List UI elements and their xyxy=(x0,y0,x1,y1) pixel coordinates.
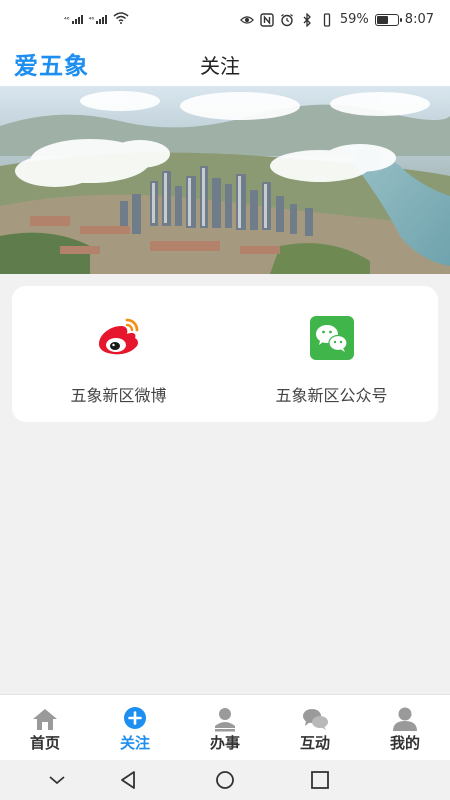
home-circle-icon[interactable] xyxy=(214,770,236,790)
clock: 8:07 xyxy=(404,12,434,27)
plus-circle-icon xyxy=(124,707,146,729)
wifi-icon xyxy=(113,12,129,24)
tab-interact-label: 互动 xyxy=(299,734,330,752)
user-icon xyxy=(393,707,417,731)
tab-mine-label: 我的 xyxy=(389,734,420,752)
back-icon[interactable] xyxy=(118,770,140,790)
wechat-icon xyxy=(309,316,354,360)
cellular-signal-icon: ⁴⁶ xyxy=(64,15,83,24)
alarm-icon xyxy=(281,13,293,26)
battery-icon xyxy=(374,13,402,26)
status-bar: ⁴⁶ ⁴⁶ 59% 8:07 xyxy=(0,0,450,40)
tab-follow[interactable]: 关注 xyxy=(90,695,180,760)
chat-bubbles-icon xyxy=(303,709,328,730)
network-type-label: ⁴⁶ xyxy=(64,16,70,24)
system-navigation-bar xyxy=(0,760,450,800)
tab-follow-label: 关注 xyxy=(119,734,150,752)
bottom-tab-bar: 首页 关注 办事 互动 我的 xyxy=(0,694,450,760)
app-logo: 爱五象 xyxy=(14,52,89,80)
network-type-label: ⁴⁶ xyxy=(88,16,95,24)
weibo-icon xyxy=(98,318,138,355)
follow-channels-card: 五象新区微博 五象新区公众号 xyxy=(12,286,438,422)
app-header: 爱五象 关注 xyxy=(0,40,450,86)
wechat-label: 五象新区公众号 xyxy=(275,386,388,405)
bluetooth-icon xyxy=(303,12,311,27)
service-person-icon xyxy=(215,708,235,732)
banner-image[interactable] xyxy=(0,86,450,274)
signal-indicators: ⁴⁶ ⁴⁶ xyxy=(64,12,129,24)
collapse-chevron-icon[interactable] xyxy=(46,770,68,790)
battery-percent: 59% xyxy=(339,12,369,27)
tab-service-label: 办事 xyxy=(209,734,240,752)
weibo-link[interactable]: 五象新区微博 xyxy=(12,286,225,422)
tab-home-label: 首页 xyxy=(29,734,60,752)
home-icon xyxy=(33,709,57,730)
weibo-label: 五象新区微博 xyxy=(70,386,167,405)
status-icons: 59% 8:07 xyxy=(239,12,434,27)
tab-mine[interactable]: 我的 xyxy=(360,695,450,760)
tab-interact[interactable]: 互动 xyxy=(270,695,360,760)
tab-service[interactable]: 办事 xyxy=(180,695,270,760)
recents-square-icon[interactable] xyxy=(309,770,331,790)
eye-icon xyxy=(239,15,254,24)
cellular-signal-icon: ⁴⁶ xyxy=(89,15,108,24)
tab-home[interactable]: 首页 xyxy=(0,695,90,760)
wechat-official-account-link[interactable]: 五象新区公众号 xyxy=(225,286,438,422)
page-title: 关注 xyxy=(200,54,240,78)
vibrate-icon xyxy=(323,12,331,27)
city-aerial-illustration xyxy=(0,86,450,274)
nfc-icon xyxy=(260,12,274,27)
